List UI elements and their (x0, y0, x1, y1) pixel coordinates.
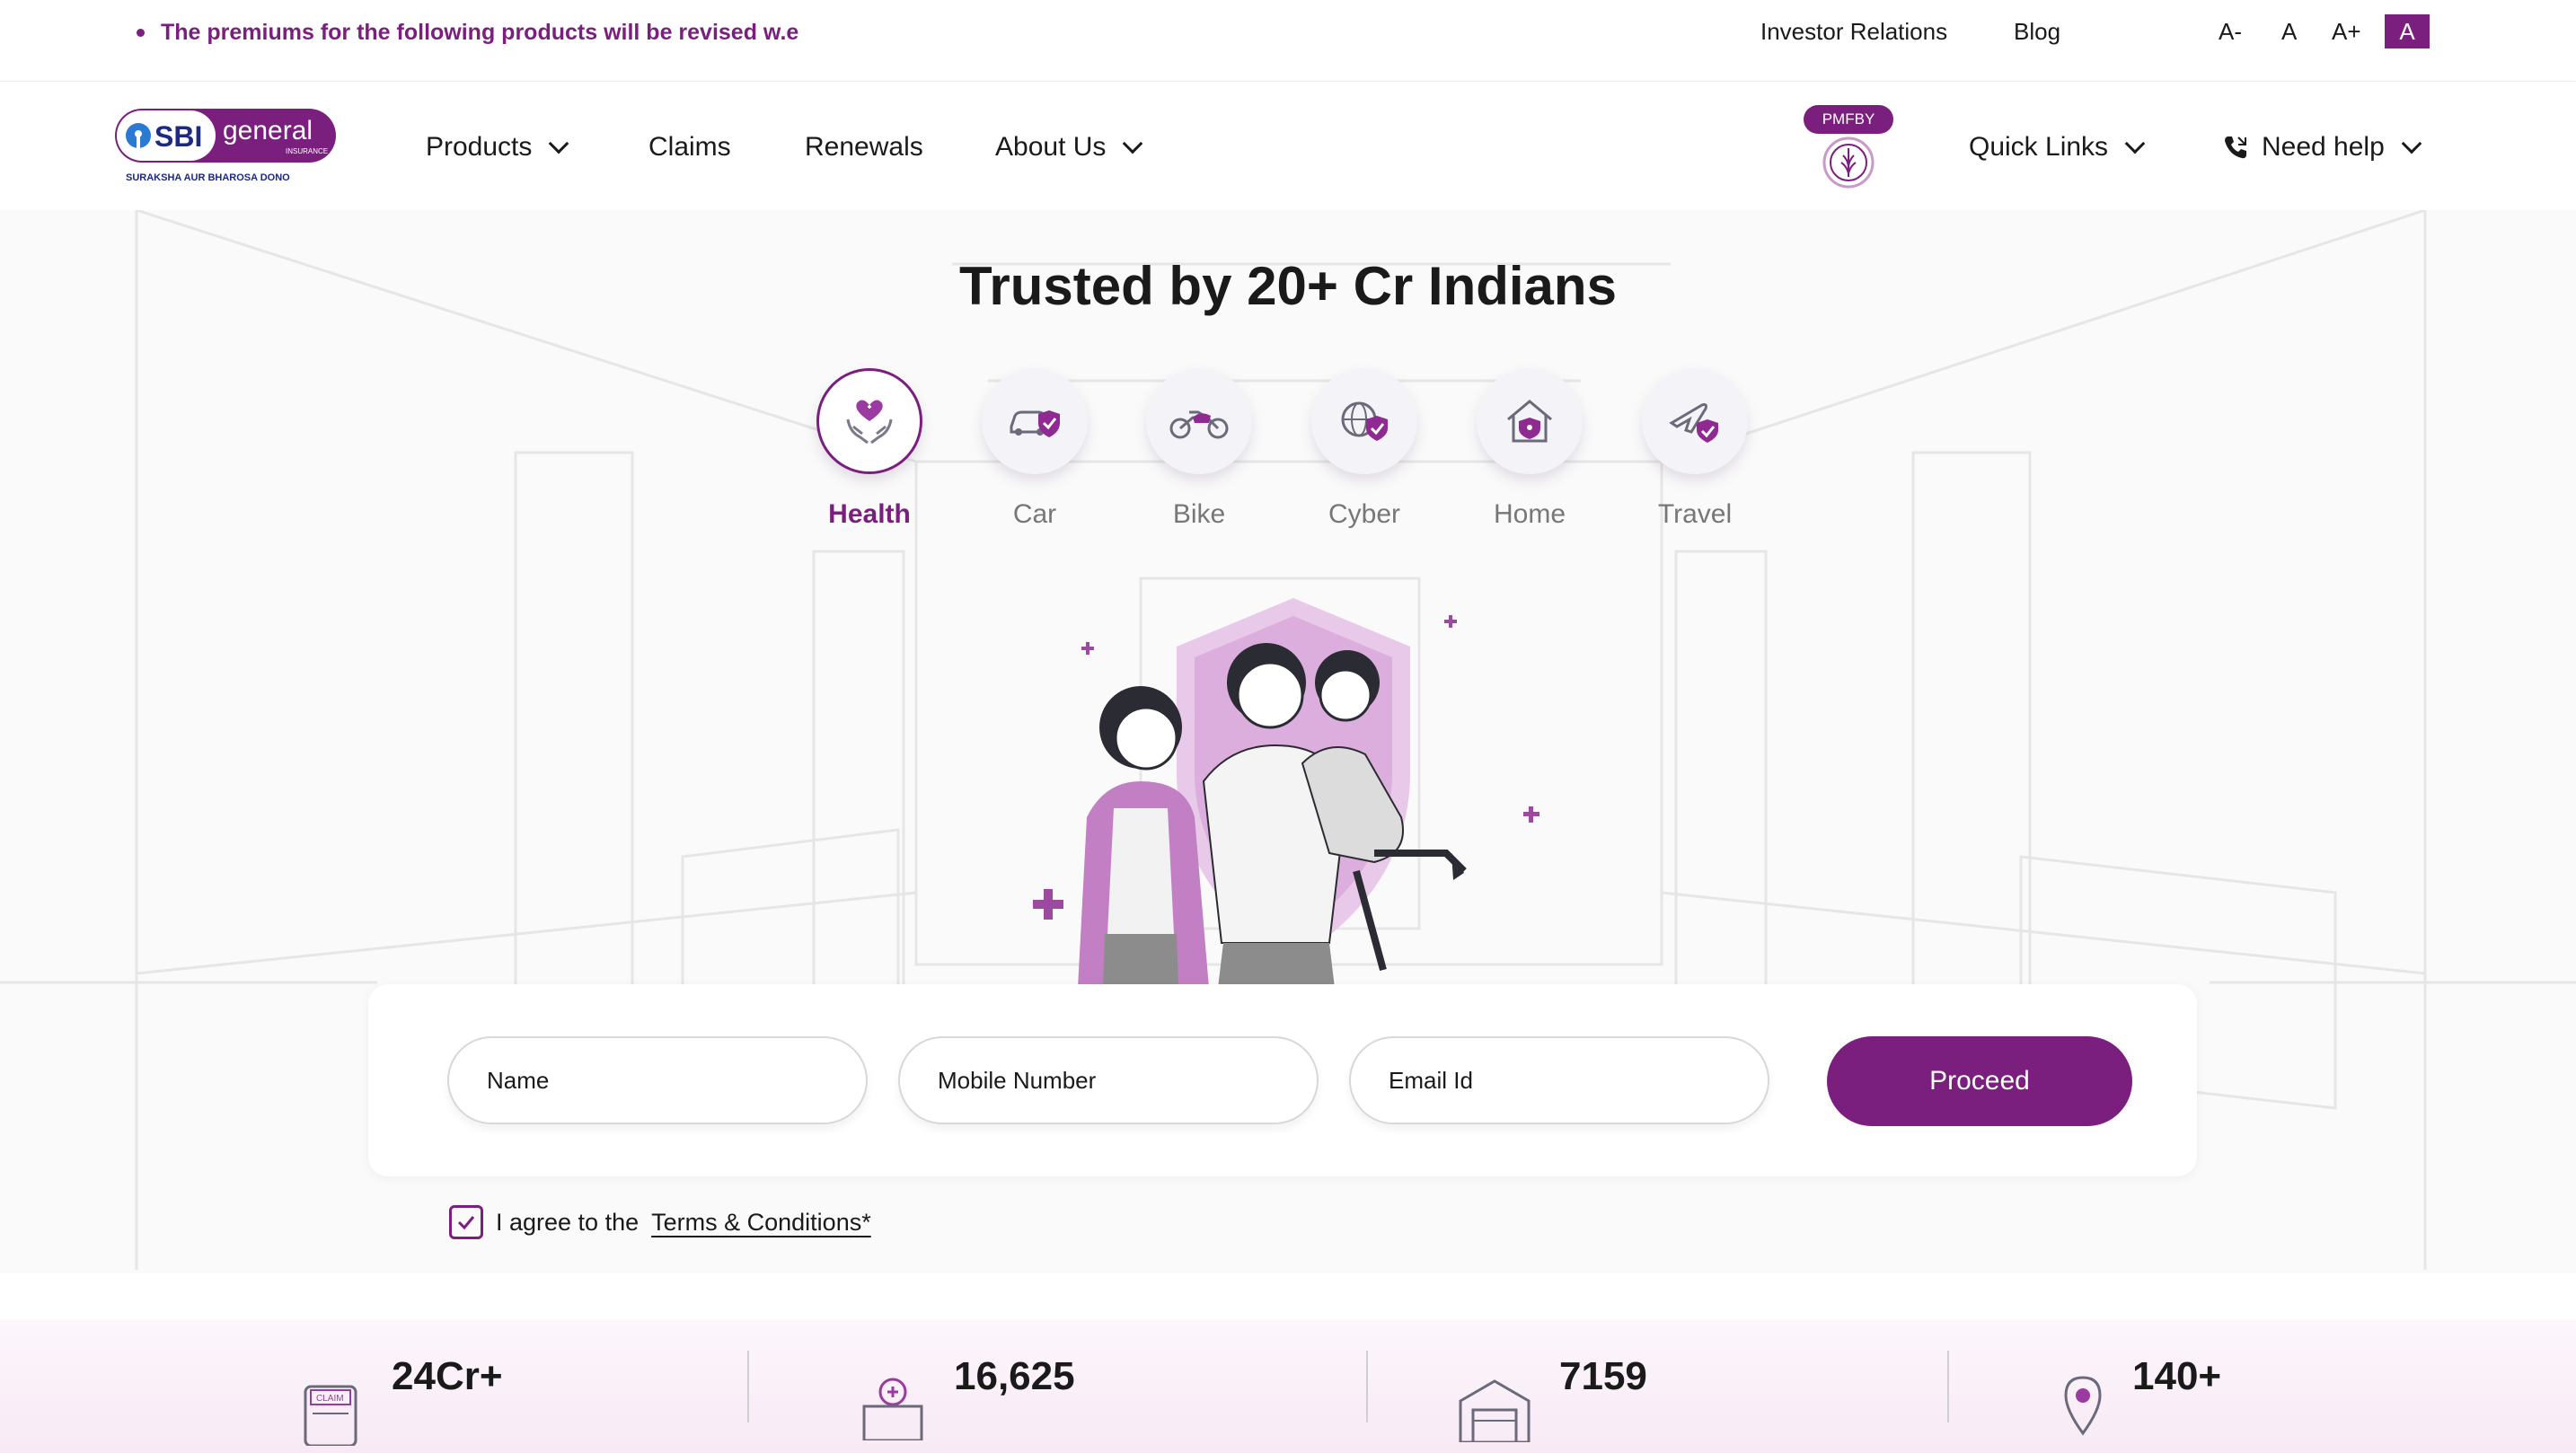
stat-garages: 7159 (1457, 1354, 1647, 1442)
checkmark-icon (457, 1216, 475, 1230)
svg-text:SURAKSHA AUR BHAROSA DONO: SURAKSHA AUR BHAROSA DONO (126, 172, 290, 183)
stat-claims-value: 24Cr+ (392, 1354, 503, 1398)
terms-agreement: I agree to the Terms & Conditions* (449, 1205, 871, 1239)
nav-renewals-label: Renewals (805, 132, 923, 162)
font-contrast-button[interactable]: A (2385, 14, 2430, 48)
category-car[interactable]: Car (981, 368, 1089, 530)
nav-quick-links[interactable]: Quick Links (1969, 132, 2146, 163)
proceed-button[interactable]: Proceed (1827, 1036, 2132, 1126)
nav-about-us[interactable]: About Us (995, 132, 1143, 163)
category-car-label: Car (1012, 499, 1057, 529)
svg-text:INSURANCE: INSURANCE (286, 147, 328, 155)
health-hands-heart-icon (846, 400, 893, 445)
stat-branches-value: 140+ (2132, 1354, 2222, 1398)
agree-text: I agree to the (496, 1208, 640, 1236)
bike-icon (1169, 410, 1229, 439)
chevron-down-icon (2401, 133, 2422, 154)
nav-quick-links-label: Quick Links (1969, 132, 2109, 162)
category-bike-label: Bike (1172, 499, 1226, 529)
category-health[interactable]: Health (816, 368, 923, 530)
family-shield-illustration (1033, 598, 1539, 988)
font-decrease-button[interactable]: A- (2219, 18, 2242, 46)
category-car-circle (982, 368, 1088, 474)
svg-text:SBI: SBI (154, 120, 202, 153)
stat-divider (1366, 1351, 1368, 1422)
stat-hospitals: 16,625 (859, 1354, 1075, 1440)
main-navbar: SBI general INSURANCE SURAKSHA AUR BHARO… (0, 81, 2576, 210)
terms-checkbox[interactable] (449, 1205, 483, 1239)
stats-strip: CLAIM 24Cr+ 16,625 7159 140+ (0, 1320, 2576, 1453)
category-home-label: Home (1493, 499, 1566, 529)
chevron-down-icon (2124, 133, 2146, 154)
quote-form-card: Proceed (368, 984, 2197, 1176)
investor-relations-link[interactable]: Investor Relations (1760, 18, 1947, 46)
globe-shield-icon (1341, 401, 1388, 441)
stat-branches: 140+ (2060, 1354, 2221, 1442)
claim-document-icon: CLAIM (304, 1385, 357, 1446)
font-increase-button[interactable]: A+ (2332, 18, 2361, 46)
terms-link[interactable]: Terms & Conditions* (651, 1209, 871, 1237)
announcement-ticker[interactable]: The premiums for the following products … (137, 20, 798, 46)
phone-icon (2225, 136, 2246, 159)
home-shield-icon (1507, 400, 1552, 443)
category-travel-circle (1642, 368, 1748, 474)
nav-about-label: About Us (995, 132, 1107, 162)
font-normal-button[interactable]: A (2281, 18, 2297, 46)
category-home[interactable]: Home (1476, 368, 1584, 530)
category-travel-label: Travel (1657, 499, 1733, 529)
category-cyber-label: Cyber (1328, 499, 1401, 529)
stat-claims: CLAIM 24Cr+ (296, 1354, 503, 1446)
nav-renewals[interactable]: Renewals (805, 132, 923, 163)
top-bar: The premiums for the following products … (0, 0, 2576, 68)
nav-products-label: Products (426, 132, 533, 162)
mobile-number-field[interactable] (898, 1036, 1319, 1124)
chevron-down-icon (1123, 133, 1143, 154)
car-shield-icon (1010, 410, 1060, 437)
name-field[interactable] (447, 1036, 868, 1124)
blog-link[interactable]: Blog (2014, 18, 2060, 46)
category-cyber[interactable]: Cyber (1310, 368, 1418, 530)
category-health-label: Health (828, 499, 911, 529)
stat-hospitals-value: 16,625 (954, 1354, 1075, 1398)
hero-title: Trusted by 20+ Cr Indians (959, 256, 1617, 316)
location-pin-icon (2064, 1376, 2102, 1436)
category-bike-circle (1146, 368, 1252, 474)
wheat-emblem-icon (1822, 136, 1875, 189)
svg-text:CLAIM: CLAIM (316, 1394, 344, 1404)
category-health-circle (816, 368, 922, 474)
stat-divider (747, 1351, 749, 1422)
nav-need-help[interactable]: Need help (2222, 132, 2422, 163)
sbi-general-logo[interactable]: SBI general INSURANCE SURAKSHA AUR BHARO… (111, 107, 341, 193)
chevron-down-icon (549, 133, 569, 154)
pmfby-label: PMFBY (1804, 105, 1893, 134)
category-home-circle (1477, 368, 1583, 474)
email-field[interactable] (1349, 1036, 1769, 1124)
category-bike[interactable]: Bike (1145, 368, 1253, 530)
nav-claims-label: Claims (648, 132, 731, 162)
bullet-dot (137, 29, 145, 37)
nav-claims[interactable]: Claims (648, 132, 731, 163)
category-cyber-circle (1311, 368, 1417, 474)
nav-need-help-label: Need help (2262, 132, 2385, 162)
category-travel[interactable]: Travel (1641, 368, 1749, 530)
stat-divider (1947, 1351, 1949, 1422)
pmfby-badge[interactable]: PMFBY (1804, 105, 1893, 191)
svg-text:general: general (223, 116, 313, 145)
garage-icon (1459, 1379, 1531, 1442)
hospital-icon (862, 1378, 923, 1440)
announcement-text: The premiums for the following products … (161, 20, 799, 45)
nav-products[interactable]: Products (426, 132, 569, 163)
stat-garages-value: 7159 (1559, 1354, 1647, 1398)
plane-shield-icon (1669, 403, 1718, 443)
